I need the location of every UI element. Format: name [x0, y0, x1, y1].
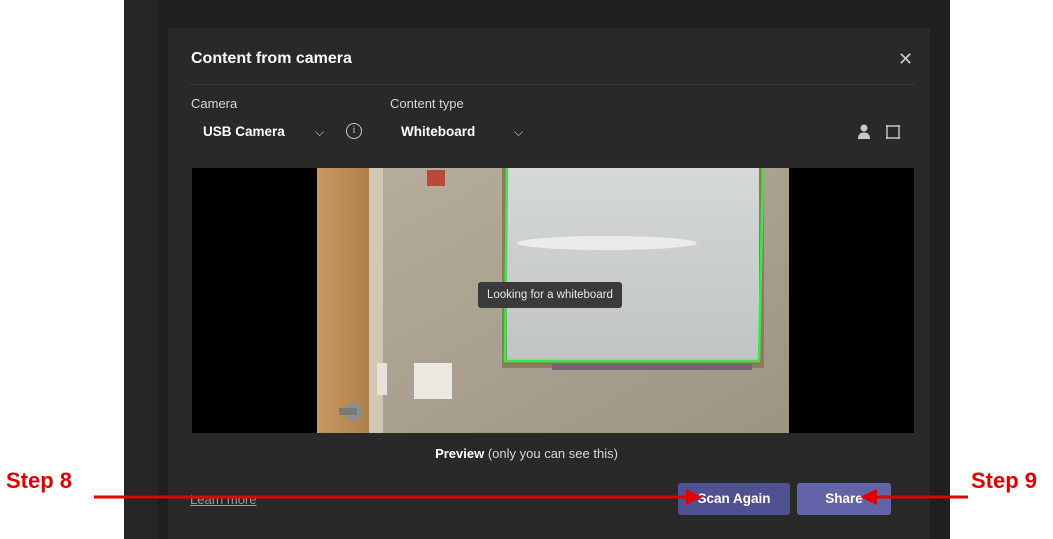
content-type-label: Content type	[390, 96, 464, 111]
person-icon[interactable]	[857, 124, 871, 140]
content-type-select[interactable]: Whiteboard	[401, 124, 475, 139]
learn-more-link[interactable]: Learn more	[190, 492, 256, 507]
preview-caption-rest: (only you can see this)	[484, 446, 618, 461]
close-icon[interactable]: ✕	[898, 50, 913, 68]
preview-caption-bold: Preview	[435, 446, 485, 461]
scan-again-button[interactable]: Scan Again	[678, 483, 790, 515]
title-divider	[190, 84, 915, 85]
dialog-title: Content from camera	[191, 50, 352, 67]
crop-icon[interactable]	[885, 124, 901, 140]
camera-select[interactable]: USB Camera	[203, 124, 285, 139]
step-9-annotation: Step 9	[971, 468, 1038, 493]
share-button[interactable]: Share	[797, 483, 891, 515]
scanning-tooltip: Looking for a whiteboard	[478, 282, 622, 308]
camera-chevron-down-icon[interactable]: ⌵	[315, 125, 324, 140]
camera-label: Camera	[191, 96, 238, 111]
info-icon[interactable]: i	[346, 123, 362, 139]
preview-caption: Preview (only you can see this)	[0, 446, 1053, 461]
content-type-chevron-down-icon[interactable]: ⌵	[514, 125, 523, 140]
step-8-annotation: Step 8	[6, 468, 73, 493]
